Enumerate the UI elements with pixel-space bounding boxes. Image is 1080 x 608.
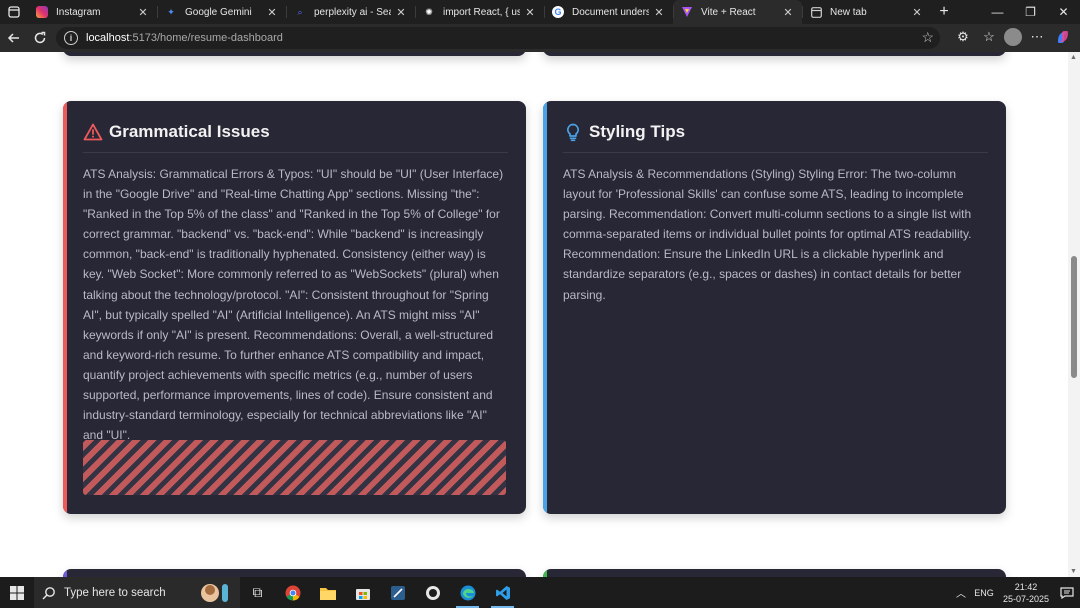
url-host: localhost bbox=[86, 32, 130, 44]
page-viewport: Grammatical Issues ATS Analysis: Grammat… bbox=[0, 52, 1068, 577]
tab-gemini[interactable]: ✦ Google Gemini ✕ bbox=[157, 0, 286, 24]
scroll-up-icon[interactable]: ▲ bbox=[1070, 54, 1077, 61]
tab-new-tab[interactable]: New tab ✕ bbox=[802, 0, 931, 24]
card-header: Styling Tips bbox=[563, 121, 988, 153]
minimize-icon[interactable]: — bbox=[981, 0, 1014, 24]
file-explorer-icon[interactable] bbox=[310, 577, 345, 608]
tab-title: Instagram bbox=[56, 6, 101, 18]
vscode-icon[interactable] bbox=[485, 577, 520, 608]
close-icon[interactable]: ✕ bbox=[782, 6, 794, 19]
card-body-text: ATS Analysis & Recommendations (Styling)… bbox=[563, 167, 972, 302]
scroll-down-icon[interactable]: ▼ bbox=[1070, 568, 1077, 575]
search-highlight-icon[interactable] bbox=[198, 581, 232, 605]
app-icon[interactable] bbox=[380, 577, 415, 608]
card-title: Styling Tips bbox=[589, 122, 686, 141]
tab-strip: Instagram ✕ ✦ Google Gemini ✕ ⌕ perplexi… bbox=[0, 0, 1080, 24]
app-icon-2[interactable] bbox=[415, 577, 450, 608]
close-icon[interactable]: ✕ bbox=[911, 6, 923, 19]
close-icon[interactable]: ✕ bbox=[266, 6, 278, 19]
more-menu-icon[interactable]: ⋯ bbox=[1026, 26, 1048, 48]
profile-avatar[interactable] bbox=[1004, 28, 1022, 46]
extensions-icon[interactable]: ⚙ bbox=[952, 26, 974, 48]
notification-icon[interactable] bbox=[1054, 577, 1080, 608]
next-card-left bbox=[63, 569, 526, 577]
edge-icon[interactable] bbox=[450, 577, 485, 608]
clock-time: 21:42 bbox=[1014, 581, 1038, 592]
new-tab-page-icon bbox=[810, 6, 822, 18]
url-path: :5173/home/resume-dashboard bbox=[129, 32, 283, 44]
maximize-icon[interactable]: ❐ bbox=[1014, 0, 1047, 24]
tab-vite-react[interactable]: Vite + React ✕ bbox=[673, 0, 802, 24]
next-card-right bbox=[543, 569, 1006, 577]
previous-card-left bbox=[63, 52, 526, 56]
styling-tips-card: Styling Tips ATS Analysis & Recommendati… bbox=[543, 101, 1006, 514]
address-bar[interactable]: i localhost:5173/home/resume-dashboard ☆ bbox=[56, 27, 940, 49]
reload-button[interactable] bbox=[28, 26, 52, 50]
card-body-text: ATS Analysis: Grammatical Errors & Typos… bbox=[83, 167, 504, 443]
tab-title: perplexity ai - Search bbox=[314, 6, 391, 18]
system-tray: ︿ ENG 21:42 25-07-2025 bbox=[952, 577, 1080, 608]
gemini-icon: ✦ bbox=[167, 6, 175, 17]
search-placeholder: Type here to search bbox=[64, 586, 166, 599]
tab-actions-icon bbox=[8, 6, 20, 18]
close-icon[interactable]: ✕ bbox=[653, 6, 665, 19]
chevron-up-icon[interactable]: ︿ bbox=[952, 585, 970, 600]
taskbar-apps: ⧉ bbox=[240, 577, 520, 608]
tab-title: Google Gemini bbox=[185, 6, 252, 18]
tab-document[interactable]: G Document understand ✕ bbox=[544, 0, 673, 24]
plus-icon: + bbox=[939, 3, 949, 20]
card-header: Grammatical Issues bbox=[83, 121, 508, 153]
windows-logo-icon bbox=[10, 585, 24, 600]
close-icon[interactable]: ✕ bbox=[395, 6, 407, 19]
task-view-icon[interactable]: ⧉ bbox=[240, 577, 275, 608]
reload-icon bbox=[34, 31, 46, 44]
store-icon[interactable] bbox=[345, 577, 380, 608]
new-tab-button[interactable]: + bbox=[931, 0, 957, 24]
google-icon: G bbox=[552, 6, 564, 18]
close-icon[interactable]: ✕ bbox=[524, 6, 536, 19]
taskbar-search-box[interactable]: Type here to search bbox=[34, 577, 240, 608]
lightbulb-icon bbox=[567, 123, 579, 142]
tab-perplexity[interactable]: ⌕ perplexity ai - Search ✕ bbox=[286, 0, 415, 24]
copilot-icon[interactable] bbox=[1052, 26, 1074, 48]
clock-date: 25-07-2025 bbox=[1002, 593, 1050, 604]
tab-title: Document understand bbox=[572, 6, 649, 18]
browser-toolbar: i localhost:5173/home/resume-dashboard ☆… bbox=[0, 24, 1080, 52]
start-button[interactable] bbox=[0, 577, 34, 608]
warning-triangle-icon bbox=[83, 123, 103, 141]
tab-title: New tab bbox=[830, 6, 867, 18]
page-scrollbar[interactable]: ▲ ▼ bbox=[1068, 52, 1080, 577]
language-indicator[interactable]: ENG bbox=[970, 588, 998, 598]
favorites-icon[interactable]: ☆ bbox=[978, 26, 1000, 48]
back-button[interactable] bbox=[2, 26, 26, 50]
windows-taskbar: Type here to search ⧉ ︿ ENG 21:42 25-07-… bbox=[0, 577, 1080, 608]
tab-title: Vite + React bbox=[701, 6, 756, 18]
instagram-icon bbox=[36, 6, 48, 18]
grammatical-issues-card: Grammatical Issues ATS Analysis: Grammat… bbox=[63, 101, 526, 514]
vite-icon bbox=[681, 6, 693, 18]
close-window-icon[interactable]: ✕ bbox=[1047, 0, 1080, 24]
openai-icon: ✺ bbox=[425, 6, 433, 17]
arrow-left-icon bbox=[7, 33, 19, 43]
card-title: Grammatical Issues bbox=[109, 122, 270, 141]
clock[interactable]: 21:42 25-07-2025 bbox=[998, 581, 1054, 605]
tab-chatgpt[interactable]: ✺ import React, { useStat ✕ bbox=[415, 0, 544, 24]
bookmark-star-icon[interactable]: ☆ bbox=[921, 29, 934, 46]
striped-progress-bar bbox=[83, 440, 506, 495]
tab-actions-button[interactable] bbox=[0, 0, 28, 24]
site-info-icon[interactable]: i bbox=[64, 31, 78, 45]
toolbar-actions: ⚙ ☆ ⋯ bbox=[952, 26, 1074, 48]
previous-card-right bbox=[543, 52, 1006, 56]
scrollbar-thumb[interactable] bbox=[1071, 256, 1077, 378]
window-controls: — ❐ ✕ bbox=[981, 0, 1080, 24]
tab-instagram[interactable]: Instagram ✕ bbox=[28, 0, 157, 24]
close-icon[interactable]: ✕ bbox=[137, 6, 149, 19]
search-icon bbox=[42, 586, 55, 600]
search-icon: ⌕ bbox=[297, 6, 303, 17]
tab-title: import React, { useStat bbox=[443, 6, 520, 18]
url-text: localhost:5173/home/resume-dashboard bbox=[86, 32, 283, 44]
chrome-icon[interactable] bbox=[275, 577, 310, 608]
